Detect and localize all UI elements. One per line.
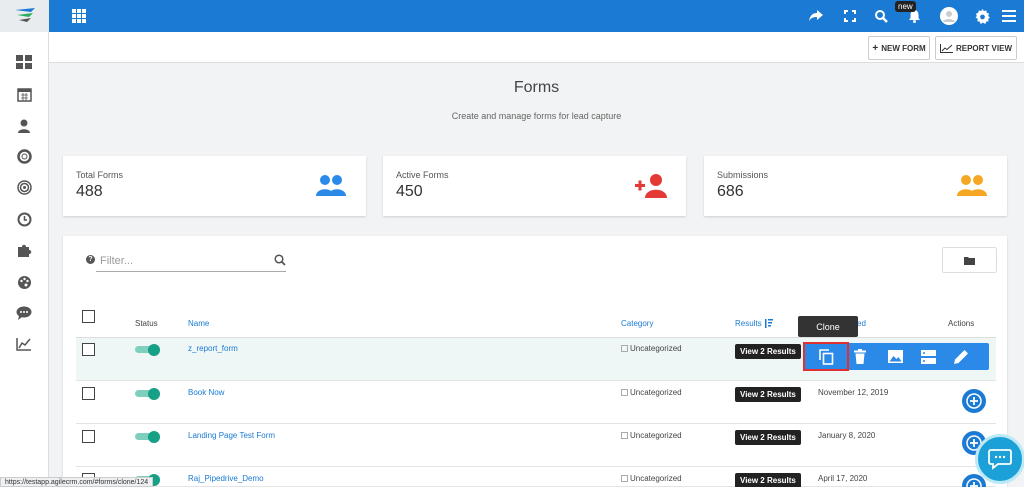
view-results-button[interactable]: View 2 Results	[735, 430, 801, 445]
server-icon[interactable]	[913, 343, 943, 370]
new-form-button[interactable]: + NEW FORM	[868, 36, 930, 60]
app-logo[interactable]	[0, 0, 49, 32]
pencil-icon[interactable]	[946, 343, 976, 370]
form-name-link[interactable]: Book Now	[188, 388, 224, 397]
lifebuoy-icon[interactable]	[14, 146, 34, 166]
column-header-name[interactable]: Name	[188, 319, 209, 328]
status-toggle[interactable]	[135, 388, 162, 400]
stat-label: Submissions	[717, 170, 769, 180]
stat-label: Total Forms	[76, 170, 124, 180]
image-icon[interactable]	[880, 343, 910, 370]
row-actions-plus-button[interactable]	[962, 389, 986, 413]
status-toggle[interactable]	[135, 344, 162, 356]
row-checkbox[interactable]	[82, 343, 95, 356]
share-icon[interactable]	[805, 0, 827, 32]
form-name-link[interactable]: Raj_Pipedrive_Demo	[188, 474, 264, 483]
category-cell: Uncategorized	[621, 431, 682, 440]
help-icon[interactable]: ?	[86, 255, 95, 264]
chat-widget-button[interactable]	[975, 434, 1024, 484]
row-checkbox[interactable]	[82, 387, 95, 400]
stat-card-active-forms: Active Forms 450	[383, 156, 686, 216]
column-header-status: Status	[135, 319, 158, 328]
chart-icon[interactable]	[14, 334, 34, 354]
filter-input[interactable]	[96, 250, 286, 272]
menu-hamburger-icon[interactable]	[998, 0, 1020, 32]
users-icon	[316, 175, 346, 196]
category-cell: Uncategorized	[621, 344, 682, 353]
view-results-button[interactable]: View 2 Results	[735, 344, 801, 359]
stat-value: 488	[76, 183, 103, 200]
folder-icon	[964, 256, 975, 265]
palette-icon[interactable]	[14, 272, 34, 292]
column-header-created[interactable]: ed	[857, 319, 866, 328]
add-user-icon	[635, 174, 667, 198]
created-date: November 12, 2019	[818, 388, 889, 397]
clone-tooltip: Clone	[798, 316, 858, 337]
plus-circle-icon	[966, 478, 982, 487]
settings-gear-icon[interactable]	[971, 0, 993, 32]
created-date: January 8, 2020	[818, 431, 876, 440]
stat-value: 686	[717, 183, 744, 200]
notifications-badge: new	[895, 1, 916, 12]
report-view-button[interactable]: REPORT VIEW	[935, 36, 1017, 60]
column-header-results[interactable]: Results	[735, 319, 773, 328]
form-name-link[interactable]: Landing Page Test Form	[188, 431, 275, 440]
clock-icon[interactable]	[14, 209, 34, 229]
fullscreen-icon[interactable]	[839, 0, 861, 32]
clone-highlight	[803, 342, 849, 371]
select-all-checkbox[interactable]	[82, 310, 95, 323]
search-icon[interactable]	[274, 254, 286, 266]
stat-value: 450	[396, 183, 423, 200]
stat-card-total-forms: Total Forms 488	[63, 156, 366, 216]
plus-icon: +	[872, 42, 879, 54]
dashboard-icon[interactable]	[14, 52, 34, 72]
sort-icon	[764, 319, 773, 328]
status-toggle[interactable]	[135, 431, 162, 443]
view-results-button[interactable]: View 2 Results	[735, 473, 801, 487]
calendar-icon[interactable]	[14, 84, 34, 104]
plus-circle-icon	[966, 393, 982, 409]
view-results-button[interactable]: View 2 Results	[735, 387, 801, 402]
trash-icon[interactable]	[845, 343, 875, 370]
category-cell: Uncategorized	[621, 388, 682, 397]
avatar[interactable]	[938, 0, 960, 32]
category-cell: Uncategorized	[621, 474, 682, 483]
apps-grid-icon[interactable]	[72, 9, 86, 23]
column-header-actions: Actions	[948, 319, 975, 328]
line-chart-icon	[939, 43, 953, 53]
page-title: Forms	[513, 79, 560, 96]
column-header-category[interactable]: Category	[621, 319, 653, 328]
created-date: April 17, 2020	[818, 474, 868, 483]
stat-card-submissions: Submissions 686	[704, 156, 1007, 216]
target-icon[interactable]	[14, 177, 34, 197]
row-checkbox[interactable]	[82, 430, 95, 443]
puzzle-icon[interactable]	[14, 240, 34, 260]
search-icon[interactable]	[870, 0, 892, 32]
users-icon	[957, 175, 987, 196]
stat-label: Active Forms	[396, 170, 449, 180]
folder-button[interactable]	[942, 247, 997, 273]
browser-status-url: https://testapp.agilecrm.com/#forms/clon…	[0, 477, 154, 487]
user-icon[interactable]	[14, 116, 34, 136]
chat-icon	[988, 449, 1012, 470]
page-subtitle: Create and manage forms for lead capture	[451, 111, 622, 121]
chat-icon[interactable]	[14, 303, 34, 323]
form-name-link[interactable]: z_report_form	[188, 344, 238, 353]
